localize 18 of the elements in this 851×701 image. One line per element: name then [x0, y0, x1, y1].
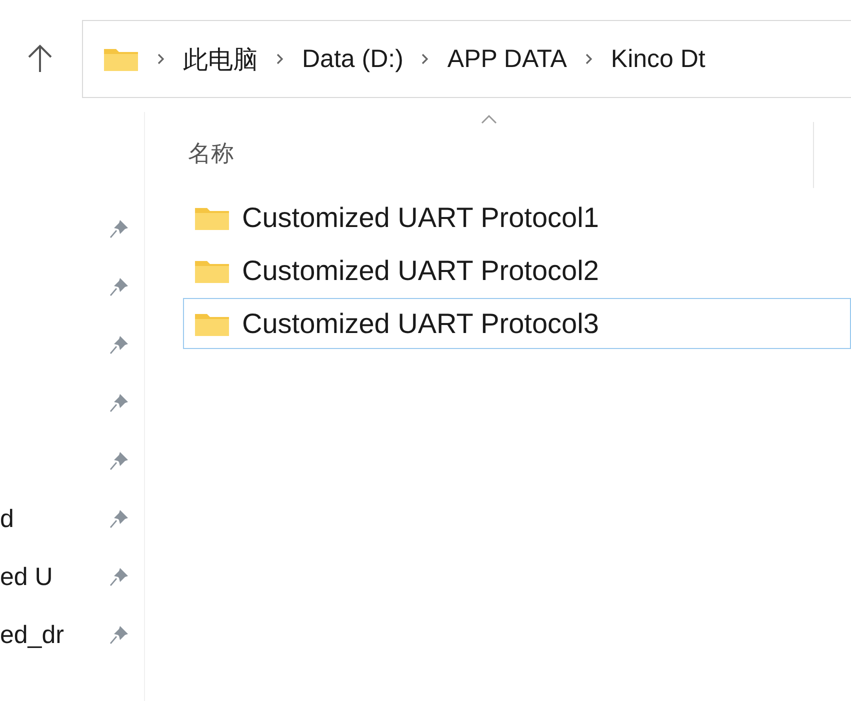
- column-header[interactable]: 名称: [188, 138, 234, 169]
- chevron-icon[interactable]: [584, 53, 593, 65]
- breadcrumb[interactable]: Kinco Dt: [610, 44, 706, 74]
- file-row[interactable]: Customized UART Protocol3: [183, 298, 851, 349]
- chevron-icon[interactable]: [421, 53, 430, 65]
- breadcrumb[interactable]: 此电脑: [183, 42, 258, 76]
- file-row[interactable]: Customized UART Protocol2: [183, 245, 851, 296]
- breadcrumb[interactable]: Data (D:): [302, 44, 404, 74]
- sidebar-item[interactable]: ed_dr: [0, 620, 64, 650]
- file-row[interactable]: Customized UART Protocol1: [183, 192, 851, 243]
- sidebar-item[interactable]: ed U: [0, 562, 53, 592]
- folder-icon: [103, 46, 139, 72]
- up-arrow-icon[interactable]: [26, 44, 54, 74]
- chevron-icon[interactable]: [276, 53, 284, 65]
- chevron-icon[interactable]: [157, 53, 165, 65]
- address-bar[interactable]: 此电脑 Data (D:) APP DATA Kinco Dt: [82, 20, 851, 98]
- sidebar-item[interactable]: d: [0, 504, 14, 534]
- breadcrumb[interactable]: APP DATA: [447, 44, 567, 74]
